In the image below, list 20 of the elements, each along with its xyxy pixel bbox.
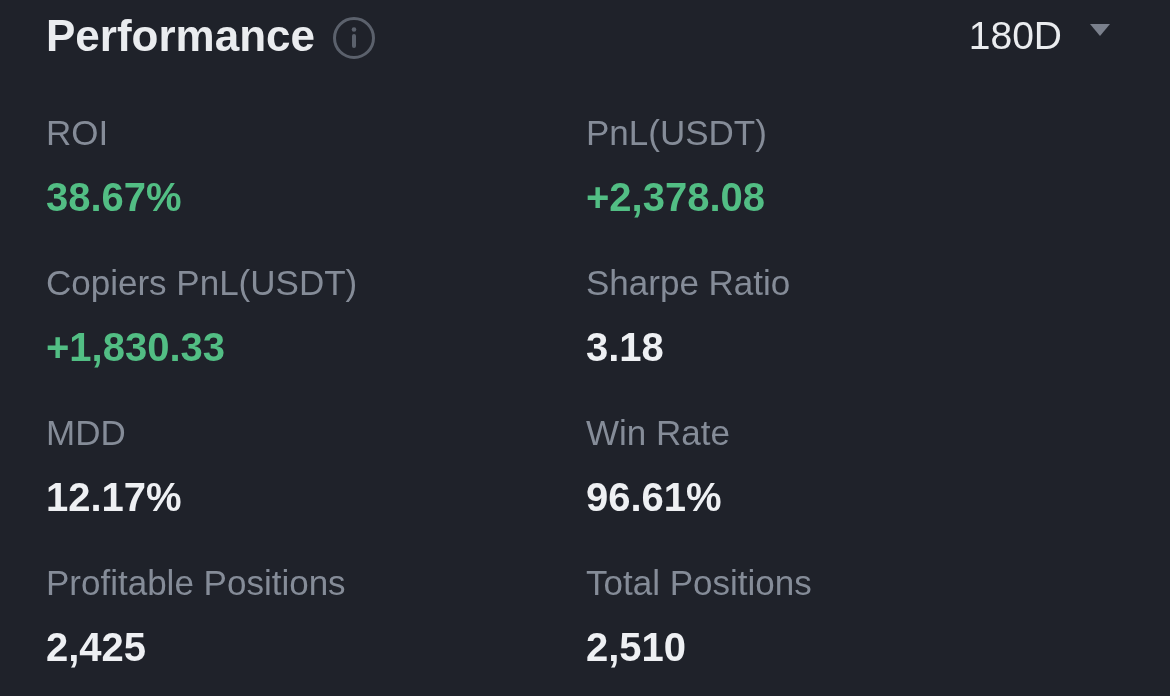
metric-label: PnL(USDT)	[586, 112, 768, 154]
info-icon[interactable]	[333, 17, 375, 59]
metric-label: Copiers PnL(USDT)	[46, 262, 359, 304]
metric-label: Total Positions	[586, 562, 813, 604]
metric-value: 2,510	[586, 624, 688, 671]
metric-label: ROI	[46, 112, 110, 154]
metric-value: +1,830.33	[46, 324, 227, 371]
metric-label: Profitable Positions	[46, 562, 347, 604]
metric-value: 3.18	[586, 324, 665, 371]
period-dropdown[interactable]: 180D	[968, 0, 1110, 72]
metric-label: MDD	[46, 412, 127, 454]
metric-value: 96.61%	[586, 474, 723, 521]
section-title: Performance	[46, 10, 315, 62]
metric-value: +2,378.08	[586, 174, 767, 221]
metric-label: Sharpe Ratio	[586, 262, 792, 304]
caret-icon	[1090, 24, 1110, 36]
metric-value: 12.17%	[46, 474, 183, 521]
metric-value: 38.67%	[46, 174, 183, 221]
metric-label: Win Rate	[586, 412, 731, 454]
metric-value: 2,425	[46, 624, 148, 671]
